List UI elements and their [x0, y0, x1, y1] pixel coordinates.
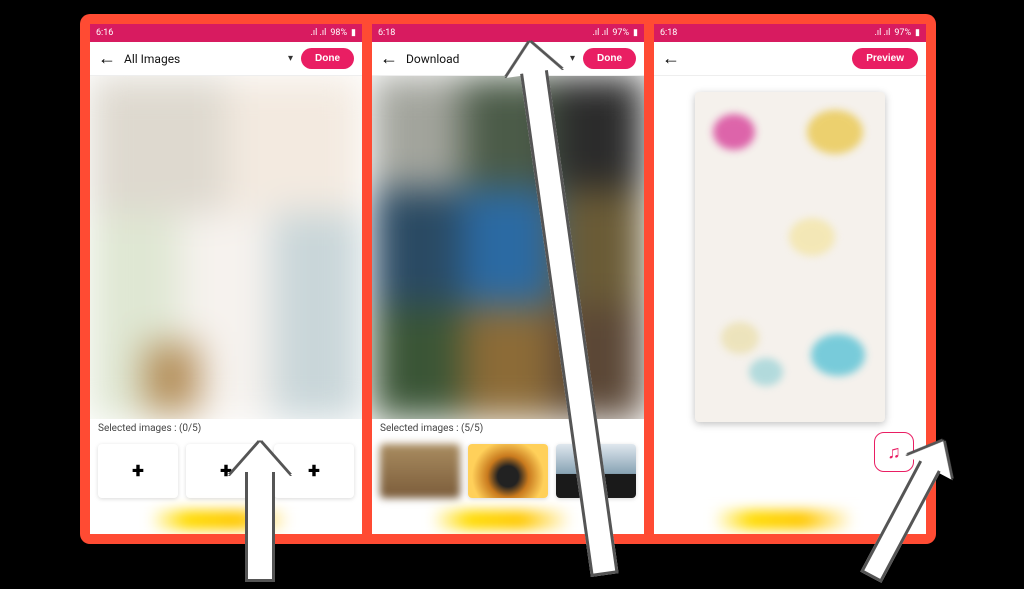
battery-icon: ▮	[351, 28, 356, 38]
done-button[interactable]: Done	[583, 48, 636, 69]
album-name: Download	[406, 52, 459, 66]
status-time: 6:18	[378, 28, 395, 38]
status-bar: 6:18 .ıl .ıl 97% ▮	[372, 24, 644, 42]
image-grid[interactable]	[372, 76, 644, 419]
selected-count-label: Selected images : (5/5)	[372, 419, 644, 438]
image-grid[interactable]	[90, 76, 362, 419]
blurred-gallery	[90, 76, 362, 419]
battery-label: 98%	[330, 28, 347, 38]
done-button[interactable]: Done	[301, 48, 354, 69]
selected-thumb[interactable]	[468, 444, 548, 498]
selected-thumb[interactable]	[380, 444, 460, 498]
status-right: .ıl .ıl 97% ▮	[593, 28, 638, 38]
top-bar: ← All Images ▾ Done	[90, 42, 362, 76]
battery-icon: ▮	[633, 28, 638, 38]
status-time: 6:18	[660, 28, 677, 38]
screen-3: 6:18 .ıl .ıl 97% ▮ ← Preview ♫	[654, 24, 926, 534]
battery-label: 97%	[894, 28, 911, 38]
screen-2: 6:18 .ıl .ıl 97% ▮ ← Download ▾ Done	[372, 24, 644, 534]
preview-button[interactable]: Preview	[852, 48, 918, 69]
status-right: .ıl .ıl 98% ▮	[311, 28, 356, 38]
music-icon: ♫	[887, 442, 901, 463]
top-bar: ← Preview	[654, 42, 926, 76]
screen-1: 6:16 .ıl .ıl 98% ▮ ← All Images ▾ Done	[90, 24, 362, 534]
preview-canvas[interactable]	[695, 92, 885, 422]
add-image-slot[interactable]: +	[98, 444, 178, 498]
chevron-down-icon[interactable]: ▾	[570, 53, 575, 64]
status-bar: 6:18 .ıl .ıl 97% ▮	[654, 24, 926, 42]
battery-label: 97%	[612, 28, 629, 38]
ad-strip	[98, 510, 354, 530]
back-icon[interactable]: ←	[380, 50, 398, 68]
selection-tray: + + +	[90, 438, 362, 510]
signal-icon: .ıl .ıl	[875, 28, 891, 38]
signal-icon: .ıl .ıl	[593, 28, 609, 38]
status-bar: 6:16 .ıl .ıl 98% ▮	[90, 24, 362, 42]
signal-icon: .ıl .ıl	[311, 28, 327, 38]
tutorial-frame: 6:16 .ıl .ıl 98% ▮ ← All Images ▾ Done	[80, 14, 936, 544]
back-icon[interactable]: ←	[662, 50, 680, 68]
chevron-down-icon[interactable]: ▾	[288, 53, 293, 64]
album-name: All Images	[124, 52, 180, 66]
album-dropdown[interactable]: All Images	[124, 52, 280, 66]
status-time: 6:16	[96, 28, 113, 38]
battery-icon: ▮	[915, 28, 920, 38]
status-right: .ıl .ıl 97% ▮	[875, 28, 920, 38]
selected-count-label: Selected images : (0/5)	[90, 419, 362, 438]
back-icon[interactable]: ←	[98, 50, 116, 68]
blurred-gallery	[372, 76, 644, 419]
ad-strip	[662, 510, 918, 530]
